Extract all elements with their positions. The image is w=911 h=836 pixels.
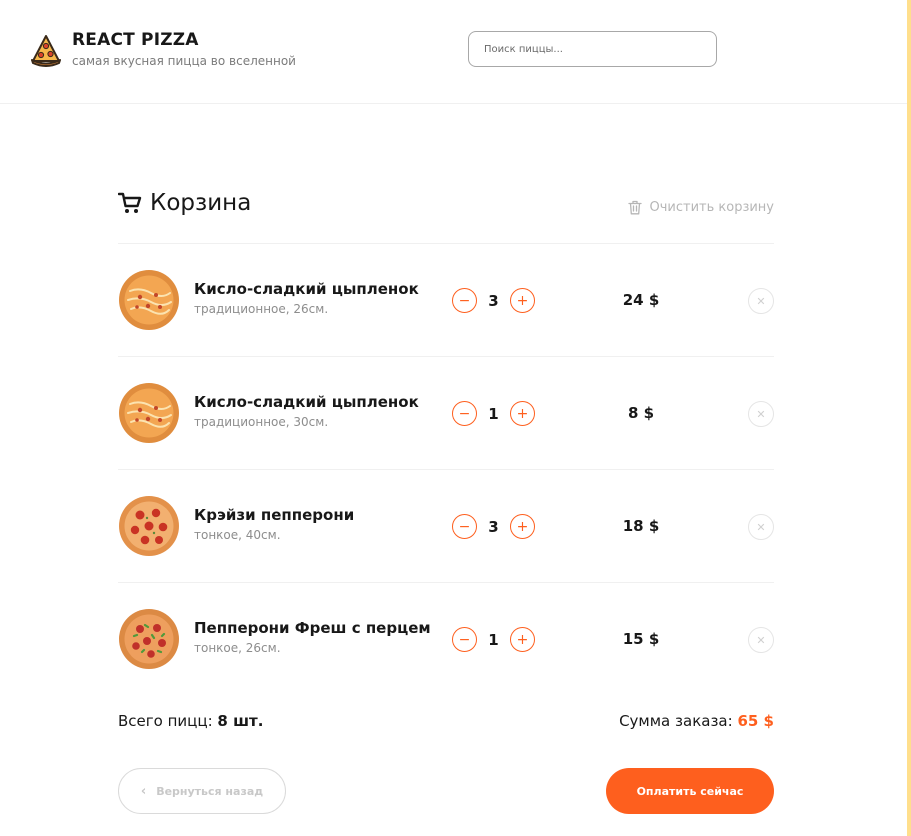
back-button-label: Вернуться назад — [156, 784, 264, 798]
remove-item-button[interactable]: ✕ — [748, 401, 774, 427]
cart-section: Корзина Очистить корзину Кисло-сладкий ц… — [118, 190, 774, 696]
remove-item-button[interactable]: ✕ — [748, 627, 774, 653]
item-name: Пепперони Фреш с перцем — [194, 619, 431, 637]
total-count-label: Всего пицц: — [118, 712, 213, 730]
increase-button[interactable]: + — [510, 627, 535, 652]
page: REACT PIZZA самая вкусная пицца во вселе… — [0, 0, 911, 836]
decrease-button[interactable]: − — [452, 627, 477, 652]
item-price: 24 $ — [622, 291, 660, 309]
item-count: 1 — [488, 404, 499, 423]
order-summary: Всего пицц: 8 шт. Сумма заказа: 65 $ — [118, 712, 774, 730]
pay-button-label: Оплатить сейчас — [636, 784, 744, 798]
item-price: 8 $ — [627, 404, 655, 422]
logo-title: REACT PIZZA — [72, 30, 199, 50]
pizza-image — [119, 270, 179, 330]
cart-icon — [118, 192, 142, 213]
quantity-stepper: − 1 + — [452, 627, 535, 652]
increase-button[interactable]: + — [510, 288, 535, 313]
pizza-image — [119, 609, 179, 669]
item-count: 3 — [488, 517, 499, 536]
remove-item-button[interactable]: ✕ — [748, 514, 774, 540]
item-description: тонкое, 26см. — [194, 641, 281, 655]
quantity-stepper: − 1 + — [452, 401, 535, 426]
cart-items: Кисло-сладкий цыпленок традиционное, 26с… — [118, 244, 774, 696]
increase-button[interactable]: + — [510, 401, 535, 426]
item-description: традиционное, 30см. — [194, 415, 329, 429]
order-sum: Сумма заказа: 65 $ — [619, 712, 774, 730]
item-count: 1 — [488, 630, 499, 649]
order-sum-label: Сумма заказа: — [619, 712, 733, 730]
quantity-stepper: − 3 + — [452, 288, 535, 313]
item-price: 18 $ — [622, 517, 660, 535]
chevron-left-icon: ‹ — [140, 783, 147, 799]
order-sum-value: 65 $ — [737, 712, 774, 730]
clear-cart-button[interactable]: Очистить корзину — [628, 200, 774, 215]
pizza-image — [119, 383, 179, 443]
quantity-stepper: − 3 + — [452, 514, 535, 539]
pizza-image — [119, 496, 179, 556]
cart-item: Кисло-сладкий цыпленок традиционное, 30с… — [118, 357, 774, 470]
remove-item-button[interactable]: ✕ — [748, 288, 774, 314]
search-input[interactable] — [468, 31, 717, 67]
back-button[interactable]: ‹ Вернуться назад — [118, 768, 286, 814]
total-count-value: 8 шт. — [217, 712, 264, 730]
item-price: 15 $ — [622, 630, 660, 648]
logo-subtitle: самая вкусная пицца во вселенной — [72, 54, 296, 68]
cart-item: Крэйзи пепперони тонкое, 40см. − 3 + 18 … — [118, 470, 774, 583]
decrease-button[interactable]: − — [452, 288, 477, 313]
pizza-logo-icon — [31, 35, 61, 67]
cart-header: Корзина Очистить корзину — [118, 190, 774, 244]
trash-icon — [628, 200, 643, 215]
item-description: традиционное, 26см. — [194, 302, 329, 316]
decrease-button[interactable]: − — [452, 401, 477, 426]
item-description: тонкое, 40см. — [194, 528, 281, 542]
increase-button[interactable]: + — [510, 514, 535, 539]
cart-item: Кисло-сладкий цыпленок традиционное, 26с… — [118, 244, 774, 357]
site-header: REACT PIZZA самая вкусная пицца во вселе… — [0, 0, 907, 104]
total-count: Всего пицц: 8 шт. — [118, 712, 263, 730]
decrease-button[interactable]: − — [452, 514, 477, 539]
cart-title-text: Корзина — [150, 190, 252, 216]
clear-cart-label: Очистить корзину — [649, 200, 774, 215]
cart-item: Пепперони Фреш с перцем тонкое, 26см. − … — [118, 583, 774, 696]
pay-now-button[interactable]: Оплатить сейчас — [606, 768, 774, 814]
item-name: Крэйзи пепперони — [194, 506, 355, 524]
item-name: Кисло-сладкий цыпленок — [194, 280, 419, 298]
item-count: 3 — [488, 291, 499, 310]
cart-title: Корзина — [118, 190, 251, 216]
item-name: Кисло-сладкий цыпленок — [194, 393, 419, 411]
logo[interactable]: REACT PIZZA самая вкусная пицца во вселе… — [30, 30, 296, 68]
